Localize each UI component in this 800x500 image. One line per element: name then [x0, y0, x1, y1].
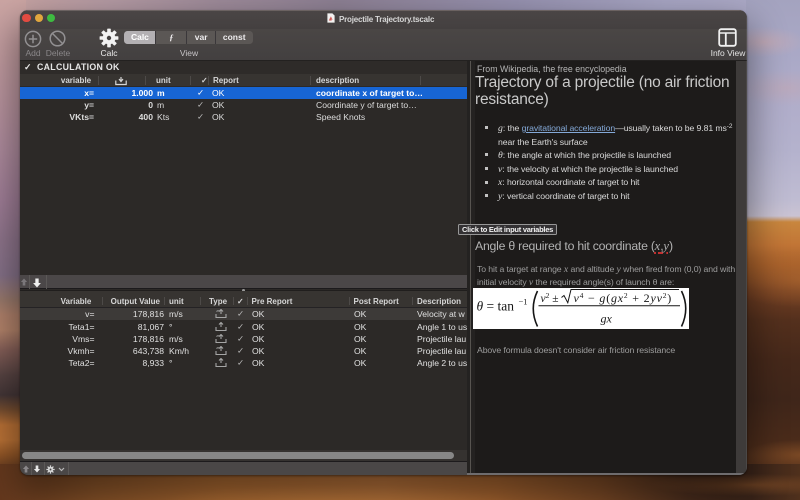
svg-text:−1: −1: [519, 297, 528, 307]
svg-text:v4 − g(gx2 + 2yv2): v4 − g(gx2 + 2yv2): [574, 291, 673, 305]
svg-text:gx: gx: [601, 312, 613, 326]
svg-text:θ = tan: θ = tan: [477, 299, 515, 314]
svg-text:v2 ±: v2 ±: [541, 291, 559, 305]
